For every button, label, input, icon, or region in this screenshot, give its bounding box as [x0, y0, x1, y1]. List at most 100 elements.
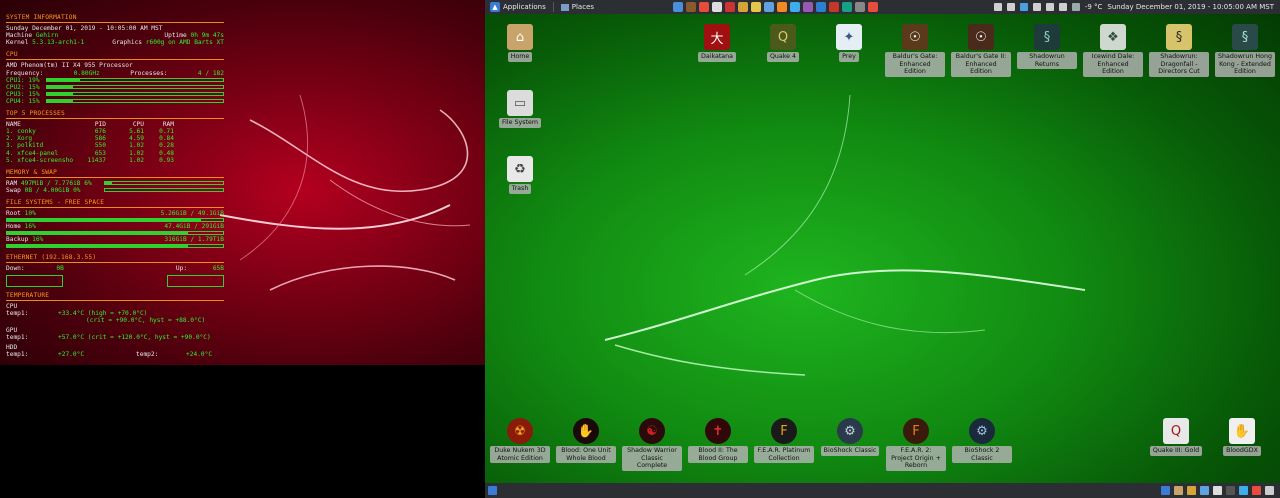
image-viewer-launcher-icon[interactable] — [764, 2, 774, 12]
desktop-icon-shadowrun-dragonfall[interactable]: § Shadowrun: Dragonfall - Directors Cut — [1149, 24, 1209, 77]
settings-launcher-icon[interactable] — [842, 2, 852, 12]
bioshock-2-icon: ⚙ — [969, 418, 995, 444]
desktop-icon-bloodgdx[interactable]: ✋ BloodGDX — [1212, 418, 1272, 456]
logout-icon[interactable] — [1265, 486, 1274, 495]
desktop-icon-prey[interactable]: ✦ Prey — [819, 24, 879, 62]
notifications-icon[interactable] — [1058, 3, 1067, 11]
blood-2-icon: ✝ — [705, 418, 731, 444]
media-launcher-icon[interactable] — [725, 2, 735, 12]
left-monitor-wallpaper: SYSTEM INFORMATION Sunday December 01, 2… — [0, 0, 485, 365]
desktop-icon-bioshock[interactable]: ⚙ BioShock Classic — [820, 418, 880, 456]
desktop-icon-filesystem[interactable]: ▭ File System — [490, 90, 550, 128]
network-graphs — [6, 274, 224, 287]
mail-launcher-icon[interactable] — [790, 2, 800, 12]
processes-value: 4 / 182 — [197, 69, 224, 77]
updates-icon[interactable] — [1032, 3, 1041, 11]
blood-icon: ✋ — [573, 418, 599, 444]
desktop-icon-quake-3[interactable]: Q Quake III: Gold — [1146, 418, 1206, 456]
media-icon[interactable] — [1226, 486, 1235, 495]
home-folder-icon: ⌂ — [507, 24, 533, 50]
pdf-launcher-icon[interactable] — [699, 2, 709, 12]
cpu-bar — [46, 99, 224, 104]
swap-bar — [104, 188, 224, 193]
chat-icon[interactable] — [1239, 486, 1248, 495]
text-editor-launcher-icon[interactable] — [712, 2, 722, 12]
home-row: Home 16% 47.4GiB / 291GiB — [6, 223, 224, 231]
desktop-icon-bioshock-2[interactable]: ⚙ BioShock 2 Classic — [952, 418, 1012, 464]
desktop-icon-shadow-warrior[interactable]: ☯ Shadow Warrior Classic Complete — [622, 418, 682, 471]
divider — [6, 299, 224, 301]
system-tray: -9 °C Sunday December 01, 2019 - 10:05:0… — [993, 0, 1274, 14]
drive-icon: ▭ — [507, 90, 533, 116]
shadowrun-dragonfall-icon: § — [1166, 24, 1192, 50]
weather-temp[interactable]: -9 °C — [1085, 3, 1103, 11]
desktop-icon-blood-2[interactable]: ✝ Blood II: The Blood Group — [688, 418, 748, 464]
file-manager-launcher-icon[interactable] — [686, 2, 696, 12]
desktop-icon-fear-2[interactable]: F F.E.A.R. 2: Project Origin + Reborn — [886, 418, 946, 471]
date-text: Sunday December 01, 2019 - 10:05:00 AM M… — [6, 25, 163, 33]
divider — [6, 207, 224, 209]
archive-launcher-icon[interactable] — [738, 2, 748, 12]
chat-launcher-icon[interactable] — [803, 2, 813, 12]
desktop-icon-quake4[interactable]: Q Quake 4 — [753, 24, 813, 62]
places-menu[interactable]: Places — [556, 0, 599, 14]
game-launcher-icon[interactable] — [829, 2, 839, 12]
desktop-icon-fear[interactable]: F F.E.A.R. Platinum Collection — [754, 418, 814, 464]
divider — [6, 262, 224, 264]
desktop-icon-home[interactable]: ⌂ Home — [490, 24, 550, 62]
uptime-value: 0h 9m 47s — [190, 32, 224, 40]
desktop-icon-daikatana[interactable]: 大 Daikatana — [687, 24, 747, 62]
cpu-bar — [46, 78, 224, 83]
ethernet-header: ETHERNET (192.168.3.55) — [6, 254, 97, 262]
archive-icon[interactable] — [1187, 486, 1196, 495]
desktop-icon-shadowrun-returns[interactable]: § Shadowrun Returns — [1017, 24, 1077, 70]
desktop-icon-duke-nukem[interactable]: ☢ Duke Nukem 3D Atomic Edition — [490, 418, 550, 464]
applications-menu[interactable]: ▲ Applications — [485, 0, 551, 14]
desktop-icon-icewind-dale[interactable]: ❖ Icewind Dale: Enhanced Edition — [1083, 24, 1143, 77]
shadow-warrior-icon: ☯ — [639, 418, 665, 444]
terminal-launcher-icon[interactable] — [673, 2, 683, 12]
cpu-bar — [46, 92, 224, 97]
process-row: 2. Xorg 586 4.59 0.84 — [6, 135, 174, 143]
machine-value: Gehirn — [35, 32, 59, 40]
network-icon[interactable] — [1200, 486, 1209, 495]
clipboard-icon[interactable] — [993, 3, 1002, 11]
desktop-icon-blood[interactable]: ✋ Blood: One Unit Whole Blood — [556, 418, 616, 464]
process-row: 4. xfce4-panel 653 1.02 0.48 — [6, 149, 174, 157]
bloodgdx-icon: ✋ — [1229, 418, 1255, 444]
desktop-icon-trash[interactable]: ♻ Trash — [490, 156, 550, 194]
panel-launchers — [673, 2, 878, 12]
panel-clock[interactable]: Sunday December 01, 2019 - 10:05:00 AM M… — [1107, 3, 1274, 11]
cpu-temp-crit: (crit = +90.0°C, hyst = +88.0°C) — [86, 316, 206, 324]
notes-launcher-icon[interactable] — [751, 2, 761, 12]
network-icon[interactable] — [1019, 3, 1028, 11]
folder-icon[interactable] — [1174, 486, 1183, 495]
document-icon[interactable] — [1213, 486, 1222, 495]
kernel-label: Kernel — [6, 39, 29, 47]
duke-nukem-icon: ☢ — [507, 418, 533, 444]
cpu-row: CPU1: 19% — [6, 77, 224, 84]
right-monitor-desktop[interactable]: ▲ Applications Places -9 °C Sunday Decem… — [485, 0, 1280, 498]
cpu-temp-row: temp1: +33.4°C (high = +70.0°C) — [6, 309, 148, 317]
firefox-launcher-icon[interactable] — [777, 2, 787, 12]
close-icon[interactable] — [1252, 486, 1261, 495]
shadowrun-hongkong-icon: § — [1232, 24, 1258, 50]
browser-launcher-icon[interactable] — [868, 2, 878, 12]
desktop-icon-shadowrun-hongkong[interactable]: § Shadowrun Hong Kong - Extended Edition — [1215, 24, 1275, 77]
left-monitor-empty-area — [0, 365, 485, 498]
pen-icon[interactable] — [1006, 3, 1015, 11]
workspace-icon[interactable] — [1161, 486, 1170, 495]
quake-3-icon: Q — [1163, 418, 1189, 444]
desktop-icon-baldurs-gate-2[interactable]: ☉ Baldur's Gate II: Enhanced Edition — [951, 24, 1011, 77]
show-desktop-icon[interactable] — [488, 486, 497, 495]
desktop-icon-baldurs-gate[interactable]: ☉ Baldur's Gate: Enhanced Edition — [885, 24, 945, 77]
divider — [6, 118, 224, 120]
quake4-icon: Q — [770, 24, 796, 50]
steam-launcher-icon[interactable] — [816, 2, 826, 12]
kernel-value: 5.3.13-arch1-1 — [32, 39, 85, 47]
terminal2-launcher-icon[interactable] — [855, 2, 865, 12]
machine-row: Machine Gehirn Uptime 0h 9m 47s — [6, 32, 224, 39]
graphics-label: Graphics — [112, 39, 143, 47]
volume-icon[interactable] — [1045, 3, 1054, 11]
weather-icon[interactable] — [1071, 3, 1080, 11]
